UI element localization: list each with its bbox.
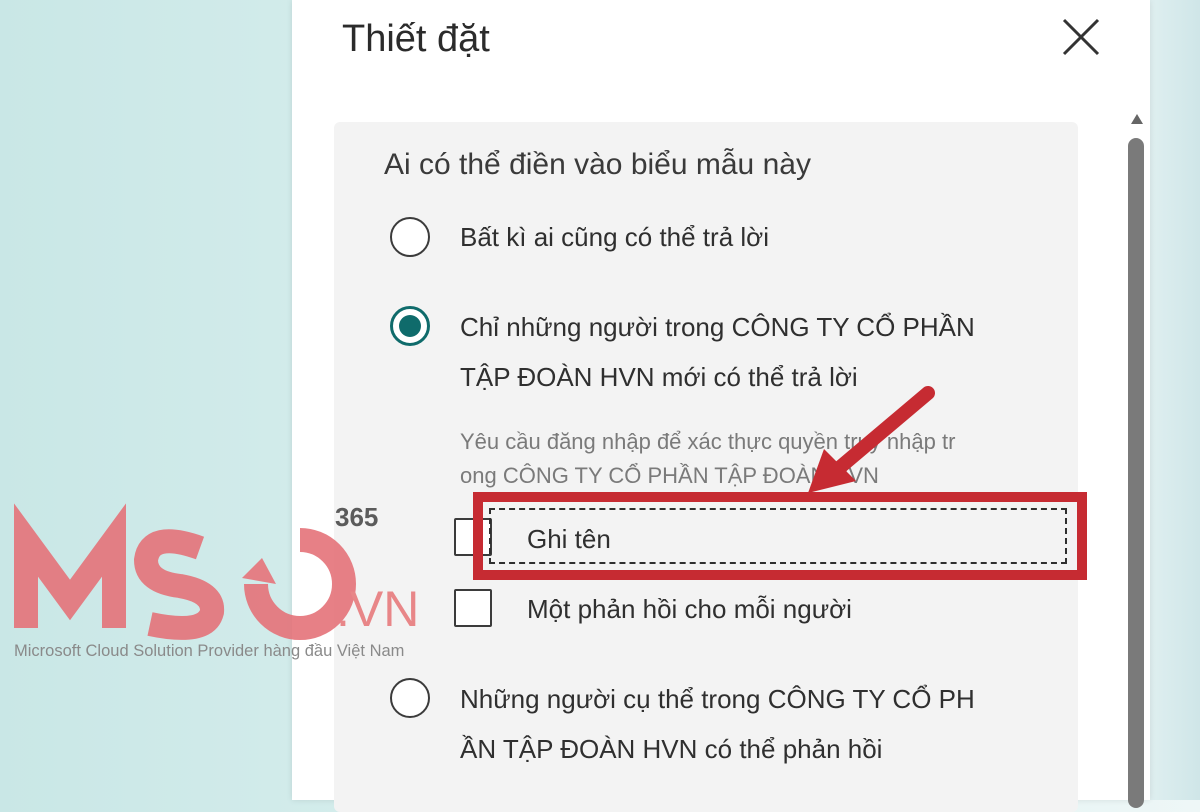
- one-response-checkbox[interactable]: [454, 589, 492, 627]
- one-response-label: Một phản hồi cho mỗi người: [527, 594, 852, 624]
- radio-org-only-label-line2: TẬP ĐOÀN HVN mới có thể trả lời: [460, 362, 858, 392]
- radio-specific-people[interactable]: [390, 678, 430, 718]
- close-button[interactable]: [1058, 14, 1104, 60]
- background-right-edge: [1150, 0, 1200, 800]
- scroll-up-arrow-icon[interactable]: [1131, 114, 1143, 124]
- red-arrow-icon: [808, 386, 935, 493]
- panel-title: Thiết đặt: [342, 18, 490, 60]
- radio-org-only-label-line1: Chỉ những người trong CÔNG TY CỔ PHẦN: [460, 312, 975, 342]
- watermark-tagline: Microsoft Cloud Solution Provider hàng đ…: [14, 642, 405, 660]
- settings-panel: Thiết đặt Ai có thể điền vào biểu mẫu nà…: [292, 0, 1150, 812]
- radio-specific-people-label-line2: ẦN TẬP ĐOÀN HVN có thể phản hồi: [460, 734, 883, 764]
- radio-specific-people-label-line1: Những người cụ thể trong CÔNG TY CỔ PH: [460, 684, 975, 714]
- scrollbar[interactable]: [1126, 110, 1148, 808]
- section-heading: Ai có thể điền vào biểu mẫu này: [384, 148, 811, 181]
- radio-anyone[interactable]: [390, 217, 430, 257]
- watermark-domain-suffix: .VN: [336, 581, 420, 637]
- close-icon: [1062, 18, 1100, 56]
- scrollbar-thumb[interactable]: [1128, 138, 1144, 808]
- highlight-annotation-box: [473, 492, 1087, 580]
- who-can-fill-section: Ai có thể điền vào biểu mẫu này Bất kì a…: [334, 122, 1087, 812]
- watermark-365: 365: [335, 502, 379, 532]
- radio-org-only[interactable]: [390, 306, 430, 346]
- radio-anyone-label: Bất kì ai cũng có thể trả lời: [460, 222, 769, 252]
